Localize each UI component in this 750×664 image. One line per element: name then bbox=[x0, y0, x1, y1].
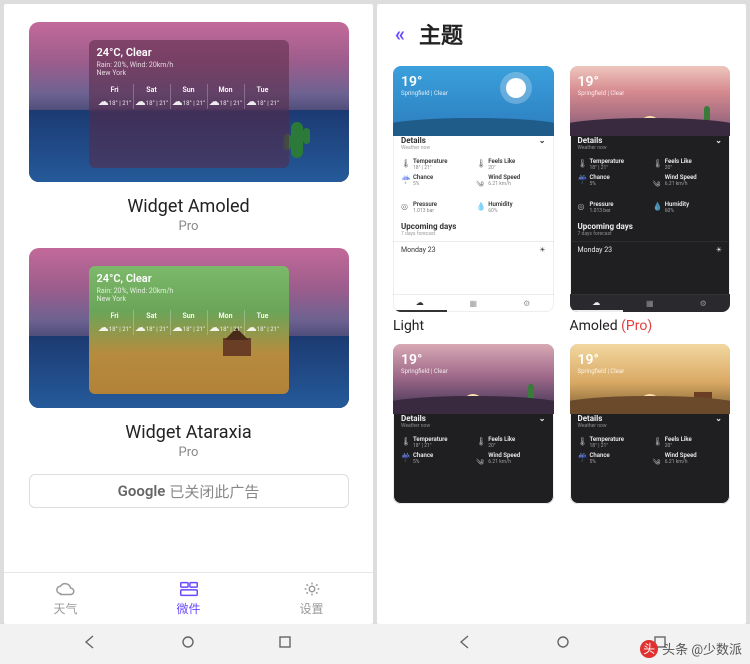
tab-label: 设置 bbox=[299, 600, 323, 617]
gear-icon bbox=[301, 580, 323, 598]
barn-icon bbox=[223, 338, 251, 356]
panel-headline: 24°C, Clear bbox=[97, 272, 281, 285]
widget-title: Widget Amoled bbox=[127, 196, 249, 217]
nav-back[interactable] bbox=[457, 634, 473, 654]
cactus-icon bbox=[291, 122, 303, 158]
theme-header: « 主题 bbox=[377, 4, 746, 58]
tab-weather[interactable]: 天气 bbox=[4, 573, 127, 624]
theme-label: Amoled (Pro) bbox=[570, 318, 731, 334]
widget-title: Widget Ataraxia bbox=[125, 422, 251, 443]
tab-label: 微件 bbox=[176, 600, 200, 617]
widget-list: 24°C, Clear Rain: 20%, Wind: 20km/h New … bbox=[4, 4, 373, 572]
forecast-row: Fri☁18° | 21°Sat☁18° | 21°Sun☁18° | 21°M… bbox=[97, 84, 281, 109]
ad-closed-banner[interactable]: Google 已关闭此广告 bbox=[29, 474, 349, 508]
panel-sub1: Rain: 20%, Wind: 20km/h bbox=[97, 287, 281, 295]
tab-settings[interactable]: 设置 bbox=[250, 573, 373, 624]
back-icon[interactable]: « bbox=[395, 22, 405, 46]
widget-ataraxia-preview[interactable]: 24°C, Clear Rain: 20%, Wind: 20km/h New … bbox=[29, 248, 349, 408]
theme-label: Light bbox=[393, 318, 554, 334]
nav-home[interactable] bbox=[180, 634, 196, 654]
nav-back[interactable] bbox=[82, 634, 98, 654]
nav-left bbox=[0, 624, 375, 664]
forecast-row: Fri☁18° | 21°Sat☁18° | 21°Sun☁18° | 21°M… bbox=[97, 310, 281, 335]
pro-tag: (Pro) bbox=[621, 318, 652, 334]
tab-label: 天气 bbox=[53, 600, 77, 617]
weather-panel: 24°C, Clear Rain: 20%, Wind: 20km/h New … bbox=[89, 266, 289, 394]
theme-amoled[interactable]: 19°Springfield | ClearDetails⌄Weather no… bbox=[570, 66, 731, 334]
toutiao-icon: 头 bbox=[640, 640, 658, 658]
panel-sub2: New York bbox=[97, 69, 281, 77]
panel-sub2: New York bbox=[97, 295, 281, 303]
widget-pro-tag: Pro bbox=[127, 219, 249, 234]
bottom-tabs: 天气 微件 设置 bbox=[4, 572, 373, 624]
theme-3[interactable]: 19°Springfield | ClearDetails⌄Weather no… bbox=[393, 344, 554, 504]
watermark: 头 头条 @少数派 bbox=[640, 639, 742, 658]
widgets-screen: 24°C, Clear Rain: 20%, Wind: 20km/h New … bbox=[4, 4, 373, 624]
android-nav-row bbox=[0, 624, 750, 664]
widget-amoled-preview[interactable]: 24°C, Clear Rain: 20%, Wind: 20km/h New … bbox=[29, 22, 349, 182]
tab-widgets[interactable]: 微件 bbox=[127, 573, 250, 624]
page-title: 主题 bbox=[419, 18, 463, 50]
cloud-icon bbox=[55, 580, 77, 598]
theme-4[interactable]: 19°Springfield | ClearDetails⌄Weather no… bbox=[570, 344, 731, 504]
ad-brand: Google bbox=[118, 482, 166, 500]
themes-screen: « 主题 19°Springfield | ClearDetails⌄Weath… bbox=[377, 4, 746, 624]
theme-light[interactable]: 19°Springfield | ClearDetails⌄Weather no… bbox=[393, 66, 554, 334]
nav-recent[interactable] bbox=[277, 634, 293, 654]
theme-grid: 19°Springfield | ClearDetails⌄Weather no… bbox=[377, 58, 746, 624]
panel-sub1: Rain: 20%, Wind: 20km/h bbox=[97, 61, 281, 69]
ad-text: 已关闭此广告 bbox=[169, 481, 259, 502]
panel-headline: 24°C, Clear bbox=[97, 46, 281, 59]
weather-panel: 24°C, Clear Rain: 20%, Wind: 20km/h New … bbox=[89, 40, 289, 168]
widgets-icon bbox=[178, 580, 200, 598]
widget-pro-tag: Pro bbox=[125, 445, 251, 460]
nav-home[interactable] bbox=[555, 634, 571, 654]
